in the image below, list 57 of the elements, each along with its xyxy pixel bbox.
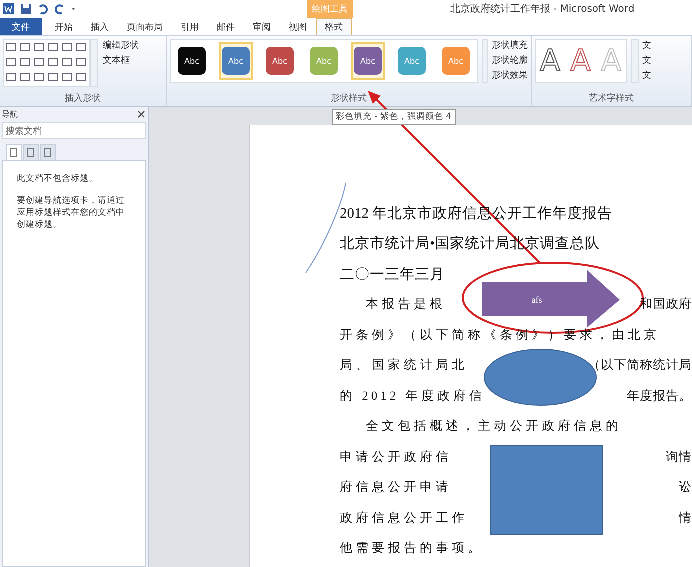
shape-format-button[interactable]: 形状轮廓 bbox=[492, 54, 528, 67]
search-field[interactable]: 搜索文档 bbox=[2, 122, 146, 139]
document-text: 局、国家统计局北 bbox=[340, 357, 468, 374]
word-logo-icon[interactable] bbox=[3, 3, 15, 15]
document-text: 申请公开政府信 bbox=[340, 448, 452, 466]
shapes-gallery[interactable] bbox=[3, 39, 99, 87]
document-text: 情 bbox=[679, 510, 692, 527]
contextual-tab-label: 绘图工具 bbox=[307, 0, 353, 18]
document-text: 讼 bbox=[679, 479, 692, 496]
text-format-button[interactable]: 文 bbox=[642, 39, 652, 52]
shape-format-button[interactable]: 形状效果 bbox=[492, 69, 528, 82]
document-text: 2012 年北京市政府信息公开工作年度报告 bbox=[340, 204, 613, 223]
document-text: 本报告是根 bbox=[366, 296, 446, 314]
document-text: 年度报告。 bbox=[627, 388, 692, 405]
shape-format-button[interactable]: 形状填充 bbox=[492, 39, 528, 52]
group-label: 形状样式 bbox=[330, 92, 368, 106]
ribbon-tab[interactable]: 开始 bbox=[46, 18, 82, 35]
ribbon-tab[interactable]: 邮件 bbox=[208, 18, 244, 35]
style-swatch[interactable]: Abc bbox=[219, 42, 253, 80]
group-label: 艺术字样式 bbox=[588, 92, 635, 106]
ellipse-shape[interactable] bbox=[484, 349, 597, 406]
ribbon-tab[interactable]: 格式 bbox=[316, 18, 352, 35]
ribbon-tab[interactable]: 插入 bbox=[82, 18, 118, 35]
pane-message: 此文档不包含标题。 bbox=[17, 173, 99, 185]
text-box-button[interactable]: 文本框 bbox=[103, 54, 139, 67]
tooltip: 彩色填充 - 紫色，强调颜色 4 bbox=[332, 109, 456, 125]
wordart-style[interactable]: A bbox=[540, 44, 561, 78]
undo-icon[interactable] bbox=[37, 3, 49, 15]
document-text: 他需要报告的事项。 bbox=[340, 540, 484, 558]
window-title: 北京政府统计工作年报 - Microsoft Word bbox=[449, 2, 636, 16]
ribbon-tab[interactable]: 页面布局 bbox=[118, 18, 172, 35]
document-text: 府信息公开申请 bbox=[340, 479, 452, 496]
text-format-button[interactable]: 文 bbox=[642, 69, 652, 82]
save-icon[interactable] bbox=[20, 3, 32, 15]
pane-title: 导航 bbox=[2, 109, 18, 120]
pane-tab[interactable] bbox=[40, 144, 56, 160]
group-label: 插入形状 bbox=[64, 92, 102, 106]
close-icon[interactable] bbox=[137, 110, 146, 119]
document-text: 政府信息公开工作 bbox=[340, 510, 468, 527]
pane-tab[interactable] bbox=[6, 144, 22, 160]
pane-message: 要创建导航选项卡，请通过应用标题样式在您的文档中创建标题。 bbox=[17, 195, 126, 231]
document-text: 询情 bbox=[666, 448, 692, 466]
file-tab[interactable]: 文件 bbox=[0, 18, 42, 35]
wordart-style[interactable]: A bbox=[570, 44, 592, 78]
document-text: 全文包括概述，主动公开政府信息的 bbox=[366, 418, 622, 436]
style-swatch[interactable]: Abc bbox=[351, 42, 385, 80]
arrow-shape[interactable]: afs bbox=[482, 270, 621, 329]
edit-shape-button[interactable]: 编辑形状 bbox=[103, 39, 139, 52]
redo-icon[interactable] bbox=[54, 3, 66, 15]
document-text: （以下简称统计局 bbox=[588, 357, 692, 374]
document-text: 的 2012 年度政府信 bbox=[340, 388, 486, 405]
ribbon-tab[interactable]: 审阅 bbox=[244, 18, 280, 35]
pane-tab[interactable] bbox=[23, 144, 39, 160]
text-format-button[interactable]: 文 bbox=[642, 54, 652, 67]
ribbon-tab[interactable]: 视图 bbox=[280, 18, 316, 35]
ribbon-tab[interactable]: 引用 bbox=[172, 18, 208, 35]
document-text: 二〇一三年三月 bbox=[340, 266, 445, 284]
